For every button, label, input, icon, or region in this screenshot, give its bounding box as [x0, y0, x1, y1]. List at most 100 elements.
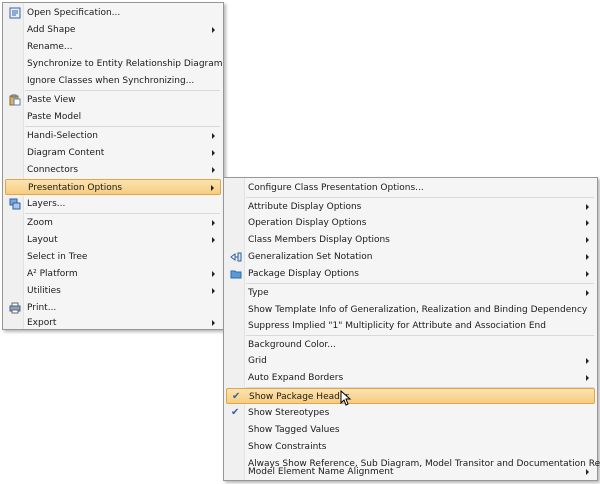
menu-item-label: Paste Model: [27, 112, 82, 122]
paste-icon: [9, 94, 21, 106]
menu-item-label: Rename...: [27, 42, 73, 52]
menu-item-label: Show Template Info of Generalization, Re…: [248, 305, 588, 315]
menu-item-ignore-classes[interactable]: Ignore Classes when Synchronizing...: [5, 73, 221, 89]
menu-item-label: Zoom: [27, 218, 53, 228]
menu-item-label: Operation Display Options: [248, 218, 367, 228]
menu-item-type[interactable]: Type: [226, 285, 595, 301]
menu-item-label: Generalization Set Notation: [248, 252, 373, 262]
context-menu: Open Specification... Add Shape Rename..…: [2, 2, 224, 330]
menu-item-synchronize-erd[interactable]: Synchronize to Entity Relationship Diagr…: [5, 56, 223, 72]
submenu-arrow-icon: [211, 185, 214, 191]
submenu-arrow-icon: [212, 133, 215, 139]
menu-item-add-shape[interactable]: Add Shape: [5, 22, 221, 38]
layers-icon: [9, 198, 21, 210]
menu-item-label: Select in Tree: [27, 252, 88, 262]
menu-item-attribute-display[interactable]: Attribute Display Options: [226, 199, 595, 215]
checkmark-icon: ✔: [231, 407, 240, 418]
menu-item-label: Show Tagged Values: [248, 425, 340, 435]
menu-item-label: Presentation Options: [28, 183, 123, 193]
menu-item-package-display[interactable]: Package Display Options: [226, 266, 595, 282]
menu-item-export[interactable]: Export: [5, 315, 221, 331]
submenu-arrow-icon: [586, 204, 589, 210]
menu-separator: [246, 283, 594, 284]
menu-item-a2-platform[interactable]: A² Platform: [5, 266, 221, 282]
menu-item-configure-class-presentation[interactable]: Configure Class Presentation Options...: [226, 180, 595, 196]
presentation-options-submenu: Configure Class Presentation Options... …: [223, 177, 600, 481]
submenu-arrow-icon: [586, 358, 589, 364]
menu-item-label: Utilities: [27, 286, 61, 296]
menu-item-label: Paste View: [27, 95, 76, 105]
menu-item-label: Model Element Name Alignment: [248, 467, 394, 477]
menu-item-class-members-display[interactable]: Class Members Display Options: [226, 232, 595, 248]
menu-item-show-constraints[interactable]: Show Constraints: [226, 439, 595, 455]
menu-item-print[interactable]: Print...: [5, 300, 221, 316]
submenu-arrow-icon: [212, 150, 215, 156]
menu-item-label: Add Shape: [27, 25, 76, 35]
menu-item-diagram-content[interactable]: Diagram Content: [5, 145, 221, 161]
menu-item-zoom[interactable]: Zoom: [5, 215, 221, 231]
menu-item-label: Layout: [27, 235, 58, 245]
menu-item-label: Show Package Header: [249, 392, 350, 402]
menu-item-label: Show Stereotypes: [248, 408, 330, 418]
mouse-cursor-icon: [340, 390, 352, 406]
menu-item-label: Package Display Options: [248, 269, 359, 279]
checkmark-icon: ✔: [232, 391, 241, 402]
submenu-arrow-icon: [212, 320, 215, 326]
menu-item-grid[interactable]: Grid: [226, 353, 595, 369]
printer-icon: [9, 302, 21, 314]
menu-separator: [25, 213, 220, 214]
menu-item-show-stereotypes[interactable]: ✔ Show Stereotypes: [226, 405, 595, 421]
menu-item-handi-selection[interactable]: Handi-Selection: [5, 128, 221, 144]
menu-item-paste-view[interactable]: Paste View: [5, 92, 221, 108]
generalization-icon: [230, 251, 242, 263]
menu-item-select-in-tree[interactable]: Select in Tree: [5, 249, 221, 265]
menu-item-model-element-name-alignment[interactable]: Model Element Name Alignment: [226, 464, 595, 480]
submenu-arrow-icon: [586, 290, 589, 296]
menu-item-layout[interactable]: Layout: [5, 232, 221, 248]
submenu-arrow-icon: [586, 469, 589, 475]
submenu-arrow-icon: [586, 220, 589, 226]
menu-separator: [246, 197, 594, 198]
menu-separator: [25, 90, 220, 91]
menu-item-connectors[interactable]: Connectors: [5, 162, 221, 178]
submenu-arrow-icon: [212, 220, 215, 226]
menu-item-label: Connectors: [27, 165, 79, 175]
menu-item-operation-display[interactable]: Operation Display Options: [226, 215, 595, 231]
menu-item-show-package-header[interactable]: ✔ Show Package Header: [226, 388, 595, 404]
menu-item-label: Class Members Display Options: [248, 235, 390, 245]
menu-item-auto-expand-borders[interactable]: Auto Expand Borders: [226, 370, 595, 386]
specification-icon: [9, 7, 21, 19]
menu-item-label: Type: [248, 288, 269, 298]
menu-item-label: Attribute Display Options: [248, 202, 362, 212]
menu-item-label: Print...: [27, 303, 57, 313]
menu-item-presentation-options[interactable]: Presentation Options: [5, 179, 221, 195]
submenu-arrow-icon: [586, 375, 589, 381]
menu-item-utilities[interactable]: Utilities: [5, 283, 221, 299]
menu-item-label: Suppress Implied "1" Multiplicity for At…: [248, 321, 546, 331]
menu-item-generalization-set-notation[interactable]: Generalization Set Notation: [226, 249, 595, 265]
menu-item-suppress-implied-multiplicity[interactable]: Suppress Implied "1" Multiplicity for At…: [226, 318, 595, 334]
menu-item-show-tagged-values[interactable]: Show Tagged Values: [226, 422, 595, 438]
submenu-arrow-icon: [586, 237, 589, 243]
menu-item-label: Configure Class Presentation Options...: [248, 183, 424, 193]
submenu-arrow-icon: [586, 254, 589, 260]
submenu-arrow-icon: [212, 237, 215, 243]
menu-item-label: Grid: [248, 356, 267, 366]
menu-item-label: Layers...: [27, 199, 66, 209]
menu-item-rename[interactable]: Rename...: [5, 39, 221, 55]
menu-item-label: Auto Expand Borders: [248, 373, 344, 383]
menu-item-label: A² Platform: [27, 269, 78, 279]
submenu-arrow-icon: [212, 271, 215, 277]
menu-item-layers[interactable]: Layers...: [5, 196, 221, 212]
menu-item-background-color[interactable]: Background Color...: [226, 337, 595, 353]
menu-item-label: Show Constraints: [248, 442, 327, 452]
menu-separator: [25, 126, 220, 127]
submenu-arrow-icon: [212, 288, 215, 294]
menu-separator: [246, 335, 594, 336]
menu-item-paste-model[interactable]: Paste Model: [5, 109, 221, 125]
menu-item-open-specification[interactable]: Open Specification...: [5, 5, 221, 21]
menu-item-label: Open Specification...: [27, 8, 121, 18]
menu-item-label: Background Color...: [248, 340, 336, 350]
submenu-arrow-icon: [586, 271, 589, 277]
menu-item-show-template-info[interactable]: Show Template Info of Generalization, Re…: [226, 302, 595, 318]
